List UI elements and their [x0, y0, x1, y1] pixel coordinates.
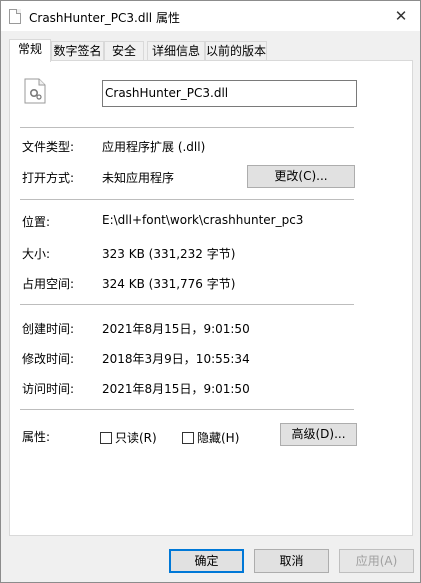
window-title: CrashHunter_PC3.dll 属性: [29, 11, 180, 25]
general-panel: CrashHunter_PC3.dll 文件类型: 应用程序扩展 (.dll) …: [9, 60, 413, 536]
file-type-value: 应用程序扩展 (.dll): [102, 140, 206, 154]
tab-digital-signatures[interactable]: 数字签名: [51, 41, 104, 61]
modified-value: 2018年3月9日，10:55:34: [102, 352, 250, 366]
accessed-value: 2021年8月15日，9:01:50: [102, 382, 250, 396]
created-label: 创建时间:: [22, 322, 75, 336]
checkbox-box[interactable]: [100, 432, 112, 444]
close-icon[interactable]: ✕: [388, 3, 414, 29]
document-icon: [9, 9, 21, 24]
tab-general[interactable]: 常规: [9, 39, 51, 62]
size-value: 323 KB (331,232 字节): [102, 247, 236, 261]
readonly-label: 只读(R): [115, 431, 157, 445]
checkbox-box[interactable]: [182, 432, 194, 444]
size-on-disk-value: 324 KB (331,776 字节): [102, 277, 236, 291]
properties-dialog: CrashHunter_PC3.dll 属性 ✕ 常规 数字签名 安全 详细信息…: [0, 0, 421, 583]
apply-button[interactable]: 应用(A): [339, 549, 414, 573]
tab-strip: 常规 数字签名 安全 详细信息 以前的版本: [9, 39, 409, 62]
open-with-label: 打开方式:: [22, 171, 75, 185]
separator: [20, 409, 354, 410]
ok-button[interactable]: 确定: [169, 549, 244, 573]
hidden-checkbox[interactable]: 隐藏(H): [182, 429, 239, 446]
cancel-button[interactable]: 取消: [254, 549, 329, 573]
tab-previous-versions[interactable]: 以前的版本: [205, 41, 267, 61]
accessed-label: 访问时间:: [22, 382, 75, 396]
modified-label: 修改时间:: [22, 352, 75, 366]
size-label: 大小:: [22, 247, 51, 261]
file-type-label: 文件类型:: [22, 140, 75, 154]
location-value: E:\dll+font\work\crashhunter_pc3: [102, 213, 304, 227]
readonly-checkbox[interactable]: 只读(R): [100, 429, 157, 446]
created-value: 2021年8月15日，9:01:50: [102, 322, 250, 336]
advanced-button[interactable]: 高级(D)...: [280, 423, 357, 446]
tab-security[interactable]: 安全: [104, 41, 144, 61]
separator: [20, 199, 354, 200]
tab-details[interactable]: 详细信息: [147, 41, 205, 61]
open-with-value: 未知应用程序: [102, 171, 175, 185]
size-on-disk-label: 占用空间:: [22, 277, 75, 291]
separator: [20, 127, 354, 128]
dll-file-icon: [24, 78, 46, 104]
location-label: 位置:: [22, 215, 51, 229]
hidden-label: 隐藏(H): [197, 431, 240, 445]
title-bar: CrashHunter_PC3.dll 属性 ✕: [1, 1, 420, 31]
change-button[interactable]: 更改(C)...: [247, 165, 355, 188]
attributes-label: 属性:: [22, 430, 51, 444]
separator: [20, 304, 354, 305]
file-name-input[interactable]: CrashHunter_PC3.dll: [102, 80, 357, 107]
